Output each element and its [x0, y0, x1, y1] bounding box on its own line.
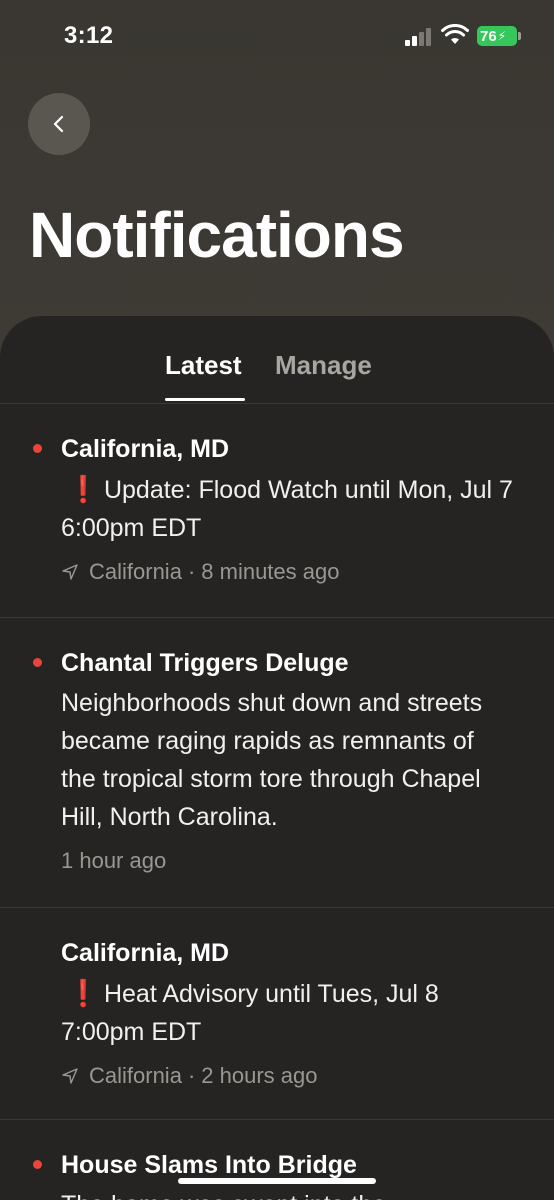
notification-item[interactable]: Chantal Triggers Deluge Neighborhoods sh… — [0, 618, 554, 908]
notification-title: House Slams Into Bridge — [61, 1151, 357, 1179]
notification-item[interactable]: House Slams Into Bridge The home was swe… — [0, 1120, 554, 1200]
page-title: Notifications — [29, 199, 405, 271]
notification-location: California — [89, 559, 182, 584]
unread-dot — [33, 444, 42, 453]
active-tab-indicator — [165, 398, 245, 401]
tab-bar: Latest Manage — [0, 316, 554, 404]
unread-dot — [33, 658, 42, 667]
notification-title: California, MD — [61, 435, 230, 463]
home-indicator[interactable] — [178, 1178, 376, 1184]
charging-bolt-icon: ⚡ — [497, 29, 507, 43]
notification-time: 8 minutes ago — [201, 559, 340, 584]
chevron-left-icon — [53, 115, 64, 133]
location-arrow-icon — [62, 564, 78, 580]
meta-separator: · — [187, 559, 196, 584]
meta-separator: · — [187, 1063, 196, 1088]
notification-body: Neighborhoods shut down and streets beca… — [61, 689, 483, 831]
notification-item[interactable]: California, MD ❗ Update: Flood Watch unt… — [0, 404, 554, 618]
location-arrow-icon — [62, 1068, 78, 1084]
status-bar: 3:12 76 ⚡ — [0, 0, 554, 72]
notification-time: 2 hours ago — [201, 1063, 318, 1088]
notification-meta: 1 hour ago — [61, 846, 514, 876]
notification-item[interactable]: California, MD ❗ Heat Advisory until Tue… — [0, 908, 554, 1120]
battery-cap — [518, 32, 521, 40]
battery-level: 76 — [480, 27, 497, 45]
wifi-icon — [441, 24, 469, 44]
notification-body: ❗ Update: Flood Watch until Mon, Jul 7 6… — [61, 470, 514, 547]
notification-time: 1 hour ago — [61, 848, 167, 873]
notification-meta: California · 8 minutes ago — [61, 557, 514, 587]
notification-body-text: Heat Advisory until Tues, Jul 8 7:00pm E… — [61, 980, 439, 1046]
status-time: 3:12 — [64, 22, 114, 49]
notifications-sheet: Latest Manage California, MD ❗ Update: F… — [0, 316, 554, 1200]
alert-exclamation-icon: ❗ — [67, 978, 100, 1008]
notification-body: ❗ Heat Advisory until Tues, Jul 8 7:00pm… — [61, 974, 514, 1051]
tab-latest[interactable]: Latest — [165, 350, 242, 381]
back-button[interactable] — [28, 93, 90, 155]
alert-exclamation-icon: ❗ — [67, 474, 100, 504]
notification-body: The home was swept into the — [61, 1186, 514, 1200]
unread-dot — [33, 1160, 42, 1169]
notification-meta: California · 2 hours ago — [61, 1061, 514, 1091]
notification-title: California, MD — [61, 939, 230, 967]
notifications-screen: 3:12 76 ⚡ Notifications Latest Manage Ca… — [0, 0, 554, 1200]
notification-title: Chantal Triggers Deluge — [61, 649, 349, 677]
notification-location: California — [89, 1063, 182, 1088]
notification-body-text: Update: Flood Watch until Mon, Jul 7 6:0… — [61, 476, 513, 542]
cellular-signal-icon — [405, 28, 431, 46]
tab-manage[interactable]: Manage — [275, 350, 372, 381]
battery-indicator: 76 ⚡ — [477, 26, 517, 46]
